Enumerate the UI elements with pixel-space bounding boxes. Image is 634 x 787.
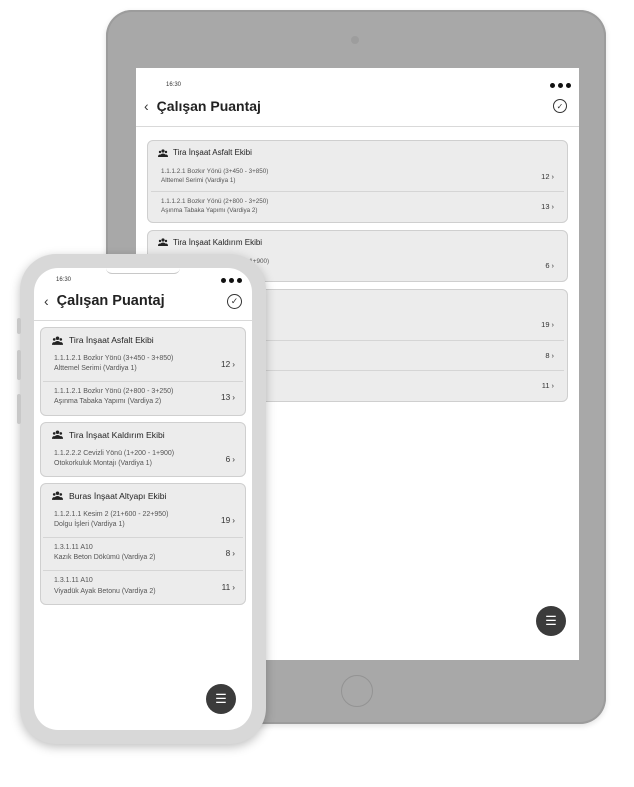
app-header: ‹ Çalışan Puantaj ✓ <box>136 90 579 118</box>
team-icon <box>52 491 63 501</box>
item-task: Otokorkuluk Montajı (Vardiya 1) <box>54 459 152 467</box>
item-count: 19 <box>221 514 231 525</box>
phone-volume-down <box>17 394 21 424</box>
team-name: Tira İnşaat Kaldırım Ekibi <box>173 237 263 247</box>
item-location: 1.1.2.2.2 Cevizli Yönü (1+200 - 1+900) <box>54 449 175 457</box>
chevron-right-icon: › <box>232 548 235 559</box>
team-icon <box>52 430 63 439</box>
more-icon[interactable] <box>221 277 242 283</box>
item-count: 6 <box>545 261 550 271</box>
menu-fab-button[interactable]: ☰ <box>206 684 236 714</box>
chevron-right-icon: › <box>232 581 235 592</box>
item-count: 12 <box>221 359 231 370</box>
chevron-right-icon: › <box>551 350 555 360</box>
team-group: Buras İnşaat Altyapı Ekibi 1.1.2.1.1 Kes… <box>40 482 246 605</box>
chevron-right-icon: › <box>551 320 555 330</box>
list-item[interactable]: 1.1.2.1.1 Kesim 2 (21+600 - 22+950) Dolg… <box>43 505 243 537</box>
item-task: Alttemel Serimi (Vardiya 1) <box>161 177 236 185</box>
menu-icon: ☰ <box>545 613 557 628</box>
chevron-right-icon: › <box>551 261 555 271</box>
item-count: 11 <box>541 380 550 390</box>
menu-icon: ☰ <box>215 691 227 706</box>
list-item[interactable]: 1.1.1.2.1 Bozkır Yönü (3+450 - 3+850) Al… <box>151 162 564 191</box>
team-name: Tira İnşaat Asfalt Ekibi <box>173 148 252 157</box>
menu-fab-button[interactable]: ☰ <box>536 606 566 636</box>
item-count: 13 <box>541 201 550 211</box>
list-item[interactable]: 1.1.1.2.1 Bozkır Yönü (2+800 - 3+250) Aş… <box>151 191 564 221</box>
chevron-right-icon: › <box>232 359 235 370</box>
item-location: 1.1.2.1.1 Kesim 2 (21+600 - 22+950) <box>54 510 169 518</box>
item-count: 19 <box>541 320 550 330</box>
chevron-right-icon: › <box>551 380 555 390</box>
team-group: Tira İnşaat Asfalt Ekibi 1.1.1.2.1 Bozkı… <box>40 327 246 416</box>
item-location: 1.1.1.2.1 Bozkır Yönü (2+800 - 3+250) <box>54 388 174 396</box>
list-item[interactable]: 1.3.1.11 A10 Kazık Beton Dökümü (Vardiya… <box>43 537 243 570</box>
team-header: Tira İnşaat Asfalt Ekibi <box>148 141 567 162</box>
team-header: Buras İnşaat Altyapı Ekibi <box>41 484 245 505</box>
phone-screen: 16:30 ‹ Çalışan Puantaj ✓ Tira İnşaat As… <box>34 268 252 730</box>
more-icon[interactable] <box>550 82 571 88</box>
status-time: 16:30 <box>166 82 182 88</box>
group-list: Tira İnşaat Asfalt Ekibi 1.1.1.2.1 Bozkı… <box>34 321 252 605</box>
list-item[interactable]: 1.3.1.11 A10 Viyadük Ayak Betonu (Vardiy… <box>43 570 243 603</box>
item-location: 1.1.1.2.1 Bozkır Yönü (2+800 - 3+250) <box>161 198 269 206</box>
check-circle-icon[interactable]: ✓ <box>553 99 567 113</box>
team-group: Tira İnşaat Kaldırım Ekibi 1.1.2.2.2 Cev… <box>40 421 246 477</box>
item-location: 1.1.1.2.1 Bozkır Yönü (3+450 - 3+850) <box>161 168 269 175</box>
team-icon <box>52 336 63 345</box>
list-item[interactable]: 1.1.2.2.2 Cevizli Yönü (1+200 - 1+900) O… <box>43 444 243 476</box>
tablet-home-button[interactable] <box>341 675 373 707</box>
item-task: Kazık Beton Dökümü (Vardiya 2) <box>54 554 156 562</box>
item-count: 13 <box>221 392 231 403</box>
item-count: 12 <box>541 171 550 181</box>
team-header: Tira İnşaat Kaldırım Ekibi <box>148 231 567 252</box>
chevron-right-icon: › <box>232 392 235 403</box>
chevron-right-icon: › <box>232 514 235 525</box>
item-task: Viyadük Ayak Betonu (Vardiya 2) <box>54 587 156 595</box>
back-icon[interactable]: ‹ <box>144 98 149 114</box>
item-task: Alttemel Serimi (Vardiya 1) <box>54 365 137 373</box>
check-circle-icon[interactable]: ✓ <box>227 293 242 309</box>
status-time: 16:30 <box>56 277 72 283</box>
page-title: Çalışan Puantaj <box>156 98 261 114</box>
team-name: Tira İnşaat Asfalt Ekibi <box>69 335 154 345</box>
team-icon <box>158 148 168 157</box>
list-item[interactable]: 1.1.1.2.1 Bozkır Yönü (3+450 - 3+850) Al… <box>43 349 243 381</box>
list-item[interactable]: 1.1.1.2.1 Bozkır Yönü (2+800 - 3+250) Aş… <box>43 381 243 414</box>
team-group: Tira İnşaat Asfalt Ekibi 1.1.1.2.1 Bozkı… <box>147 140 568 223</box>
chevron-right-icon: › <box>551 201 555 211</box>
phone-side-button <box>17 318 21 334</box>
team-icon <box>158 238 168 246</box>
page-title: Çalışan Puantaj <box>56 293 165 309</box>
item-task: Aşınma Tabaka Yapımı (Vardiya 2) <box>54 398 162 406</box>
item-location: 1.3.1.11 A10 <box>54 544 93 552</box>
app-header: ‹ Çalışan Puantaj ✓ <box>34 284 252 312</box>
item-count: 11 <box>221 581 231 592</box>
team-header: Tira İnşaat Asfalt Ekibi <box>41 328 245 349</box>
item-location: 1.1.1.2.1 Bozkır Yönü (3+450 - 3+850) <box>54 355 174 362</box>
item-location: 1.3.1.11 A10 <box>54 577 93 585</box>
back-icon[interactable]: ‹ <box>44 293 49 309</box>
phone-volume-up <box>17 350 21 380</box>
chevron-right-icon: › <box>232 453 235 464</box>
item-task: Dolgu İşleri (Vardiya 1) <box>54 520 125 528</box>
status-bar: 16:30 <box>136 68 579 90</box>
item-count: 8 <box>225 548 231 559</box>
chevron-right-icon: › <box>551 171 555 181</box>
phone-device: 16:30 ‹ Çalışan Puantaj ✓ Tira İnşaat As… <box>17 254 266 744</box>
item-count: 6 <box>225 453 231 464</box>
tablet-camera <box>351 36 359 44</box>
team-name: Tira İnşaat Kaldırım Ekibi <box>69 429 165 440</box>
status-bar: 16:30 <box>34 268 252 284</box>
team-name: Buras İnşaat Altyapı Ekibi <box>69 490 167 501</box>
item-count: 8 <box>545 350 550 360</box>
item-task: Aşınma Tabaka Yapımı (Vardiya 2) <box>161 207 258 215</box>
team-header: Tira İnşaat Kaldırım Ekibi <box>41 423 245 444</box>
